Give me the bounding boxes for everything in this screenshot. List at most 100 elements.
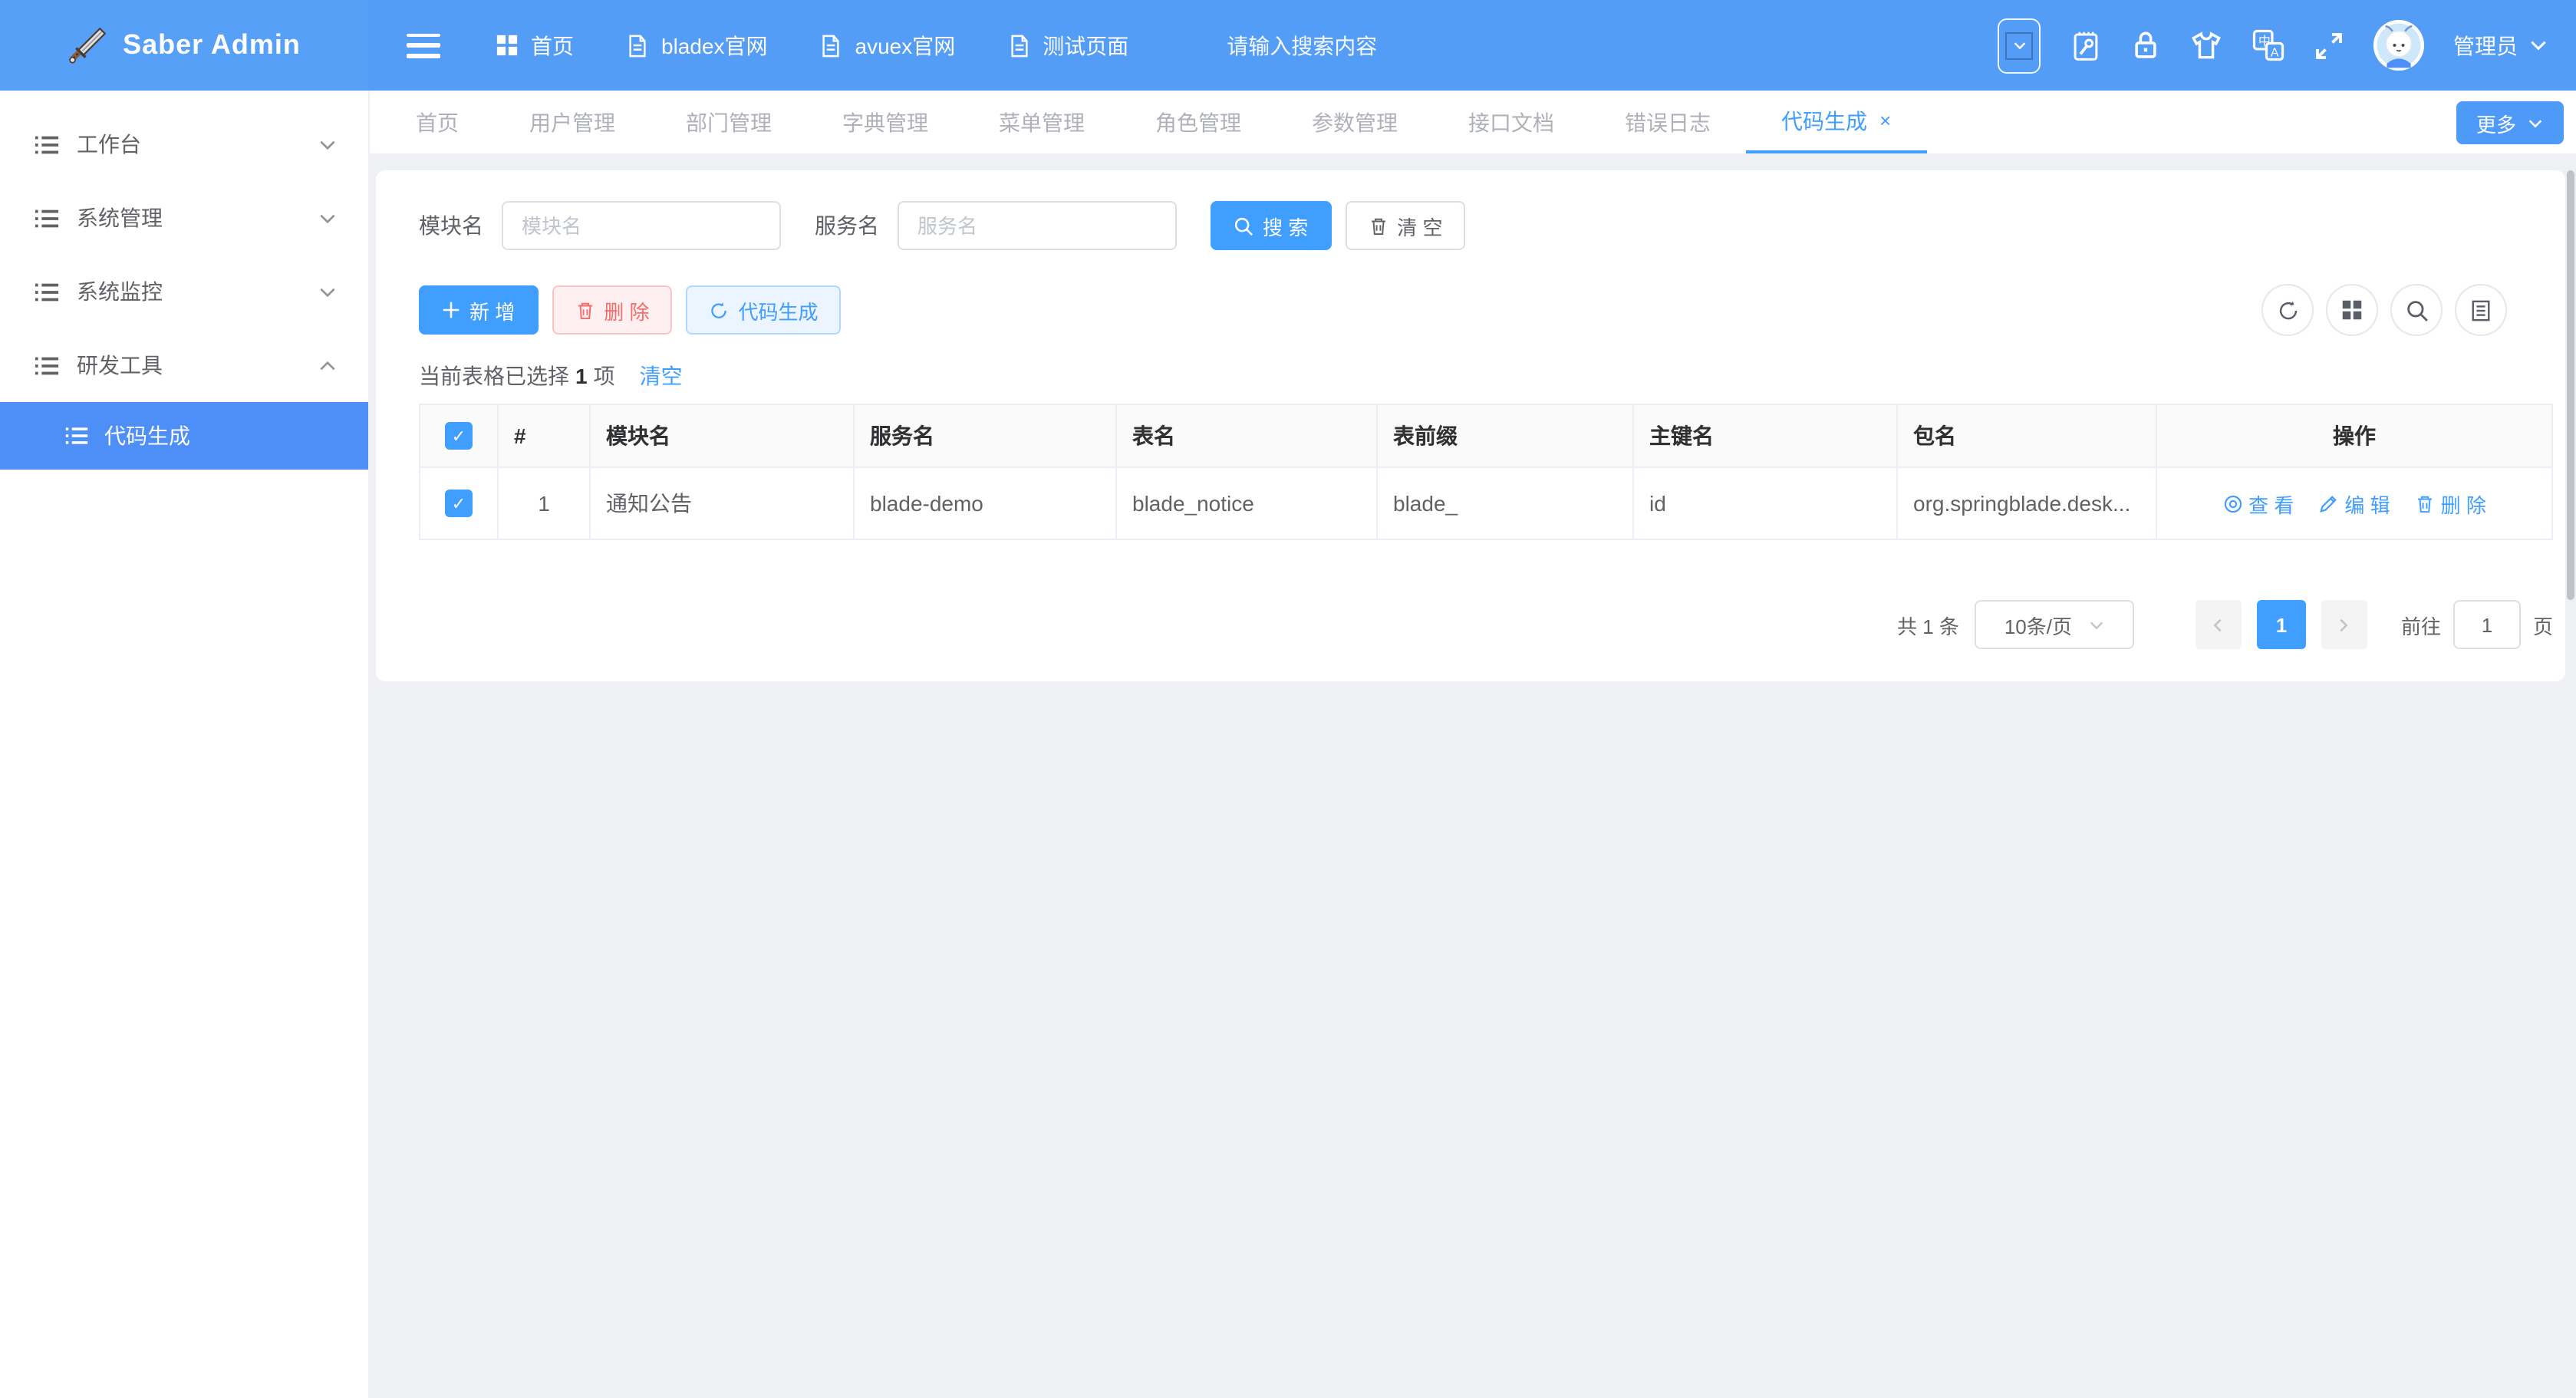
column-settings-button[interactable] — [2455, 284, 2507, 336]
clear-button[interactable]: 清 空 — [1345, 201, 1465, 250]
search-icon — [1234, 216, 1253, 236]
list-menu-icon — [64, 424, 89, 448]
sidebar-item-codegen[interactable]: 代码生成 — [0, 402, 368, 470]
topnav-label: bladex官网 — [661, 30, 768, 61]
module-name-input[interactable] — [502, 201, 781, 250]
grid-view-button[interactable] — [2326, 284, 2378, 336]
close-tab-icon[interactable]: × — [1879, 110, 1891, 130]
tab-user-mgmt[interactable]: 用户管理 — [494, 91, 651, 153]
collapse-sidebar-icon[interactable] — [407, 33, 440, 58]
svg-text:A: A — [2271, 46, 2279, 60]
sidebar-menu: 工作台 系统管理 — [0, 91, 368, 470]
chevron-down-icon — [2527, 114, 2544, 131]
cell-service: blade-demo — [854, 467, 1116, 539]
col-header-prefix: 表前缀 — [1377, 404, 1633, 467]
topnav-label: 测试页面 — [1043, 30, 1128, 61]
add-button[interactable]: 新 增 — [419, 285, 538, 335]
sidebar-item-label: 系统监控 — [77, 276, 163, 307]
tab-codegen[interactable]: 代码生成 × — [1746, 91, 1926, 153]
selection-info: 当前表格已选择 1 项 清空 — [419, 361, 2553, 391]
topnav-label: 首页 — [531, 30, 574, 61]
row-checkbox[interactable]: ✓ — [445, 490, 473, 517]
table-row[interactable]: ✓ 1 通知公告 blade-demo blade_notice blade_ … — [420, 467, 2552, 539]
sidebar-item-dev-tools[interactable]: 研发工具 — [0, 328, 368, 402]
topnav-label: avuex官网 — [855, 30, 956, 61]
col-header-service: 服务名 — [854, 404, 1116, 467]
tab-error-log[interactable]: 错误日志 — [1589, 91, 1746, 153]
top-menu-collapse-button[interactable] — [1998, 18, 2041, 73]
eye-icon — [2222, 493, 2242, 513]
goto-page: 前往 页 — [2401, 600, 2553, 649]
content-area: 模块名 服务名 搜 索 — [368, 153, 2576, 1398]
sidebar-item-system-mgmt[interactable]: 系统管理 — [0, 181, 368, 255]
translate-icon[interactable]: 中 A — [2252, 29, 2284, 61]
col-header-module: 模块名 — [590, 404, 854, 467]
tab-menu-mgmt[interactable]: 菜单管理 — [964, 91, 1120, 153]
document-icon — [1007, 33, 1030, 58]
chevron-down-icon — [318, 282, 338, 302]
goto-page-input[interactable] — [2453, 600, 2521, 649]
sidebar-item-workbench[interactable]: 工作台 — [0, 107, 368, 181]
select-all-checkbox[interactable]: ✓ — [445, 422, 473, 450]
topbar-right: 中 A — [1998, 18, 2576, 73]
chevron-up-icon — [318, 355, 338, 375]
col-header-actions: 操作 — [2156, 404, 2552, 467]
scrollbar-thumb[interactable] — [2567, 170, 2574, 600]
tab-param-mgmt[interactable]: 参数管理 — [1276, 91, 1433, 153]
total-count-label: 共 1 条 — [1897, 610, 1959, 639]
next-page-button[interactable] — [2321, 600, 2367, 649]
lock-icon[interactable] — [2131, 29, 2160, 61]
brand-logo[interactable]: Saber Admin — [0, 0, 368, 91]
tab-api-docs[interactable]: 接口文档 — [1433, 91, 1589, 153]
sidebar-item-system-monitor[interactable]: 系统监控 — [0, 255, 368, 328]
username-label: 管理员 — [2453, 30, 2518, 61]
sidebar-item-label: 系统管理 — [77, 203, 163, 233]
toolbar-left: 新 增 删 除 — [419, 285, 842, 335]
pagination: 共 1 条 10条/页 1 前往 — [419, 600, 2553, 649]
cell-prefix: blade_ — [1377, 467, 1633, 539]
edit-link[interactable]: 编 辑 — [2318, 489, 2390, 518]
user-avatar[interactable] — [2373, 20, 2424, 71]
delete-button[interactable]: 删 除 — [552, 285, 672, 335]
top-nav: 首页 bladex官网 — [496, 30, 1128, 61]
search-button[interactable]: 搜 索 — [1211, 201, 1331, 250]
tab-dept-mgmt[interactable]: 部门管理 — [651, 91, 807, 153]
tab-bar: 首页 用户管理 部门管理 字典管理 菜单管理 角色管理 参数管理 接口文档 错误… — [368, 91, 2576, 155]
app-root: Saber Admin 首页 — [0, 0, 2576, 1398]
refresh-table-button[interactable] — [2261, 284, 2314, 336]
view-link[interactable]: 查 看 — [2222, 489, 2294, 518]
debug-tool-icon[interactable] — [2070, 28, 2102, 62]
clear-selection-link[interactable]: 清空 — [640, 361, 683, 391]
codegen-button[interactable]: 代码生成 — [687, 285, 842, 335]
trash-icon — [2415, 493, 2435, 513]
delete-link[interactable]: 删 除 — [2415, 489, 2486, 518]
goto-label: 前往 — [2401, 610, 2441, 639]
refresh-icon — [710, 300, 730, 320]
tabs-more-button[interactable]: 更多 — [2456, 101, 2564, 144]
tab-home[interactable]: 首页 — [380, 91, 494, 153]
tab-role-mgmt[interactable]: 角色管理 — [1120, 91, 1276, 153]
tab-dict-mgmt[interactable]: 字典管理 — [807, 91, 964, 153]
fullscreen-icon[interactable] — [2314, 30, 2344, 61]
trash-icon — [1368, 216, 1388, 236]
document-icon — [820, 33, 843, 58]
topnav-item-avuex-site[interactable]: avuex官网 — [820, 30, 956, 61]
user-menu[interactable]: 管理员 — [2453, 30, 2548, 61]
topnav-item-bladex-site[interactable]: bladex官网 — [626, 30, 768, 61]
prev-page-button[interactable] — [2196, 600, 2242, 649]
page-number-1[interactable]: 1 — [2257, 600, 2306, 649]
page-size-select[interactable]: 10条/页 — [1975, 600, 2134, 649]
grid-icon — [496, 34, 519, 57]
col-header-pk: 主键名 — [1633, 404, 1897, 467]
topnav-item-home[interactable]: 首页 — [496, 30, 574, 61]
topnav-item-test-page[interactable]: 测试页面 — [1007, 30, 1128, 61]
service-name-input[interactable] — [898, 201, 1177, 250]
sidebar-item-label: 研发工具 — [77, 350, 163, 381]
module-name-label: 模块名 — [419, 210, 483, 241]
search-toggle-button[interactable] — [2390, 284, 2443, 336]
cell-table-name: blade_notice — [1116, 467, 1377, 539]
theme-shirt-icon[interactable] — [2189, 30, 2223, 61]
global-search-input[interactable] — [1224, 31, 1491, 59]
sidebar-item-label: 工作台 — [77, 129, 141, 160]
filter-form: 模块名 服务名 搜 索 — [419, 201, 2553, 250]
